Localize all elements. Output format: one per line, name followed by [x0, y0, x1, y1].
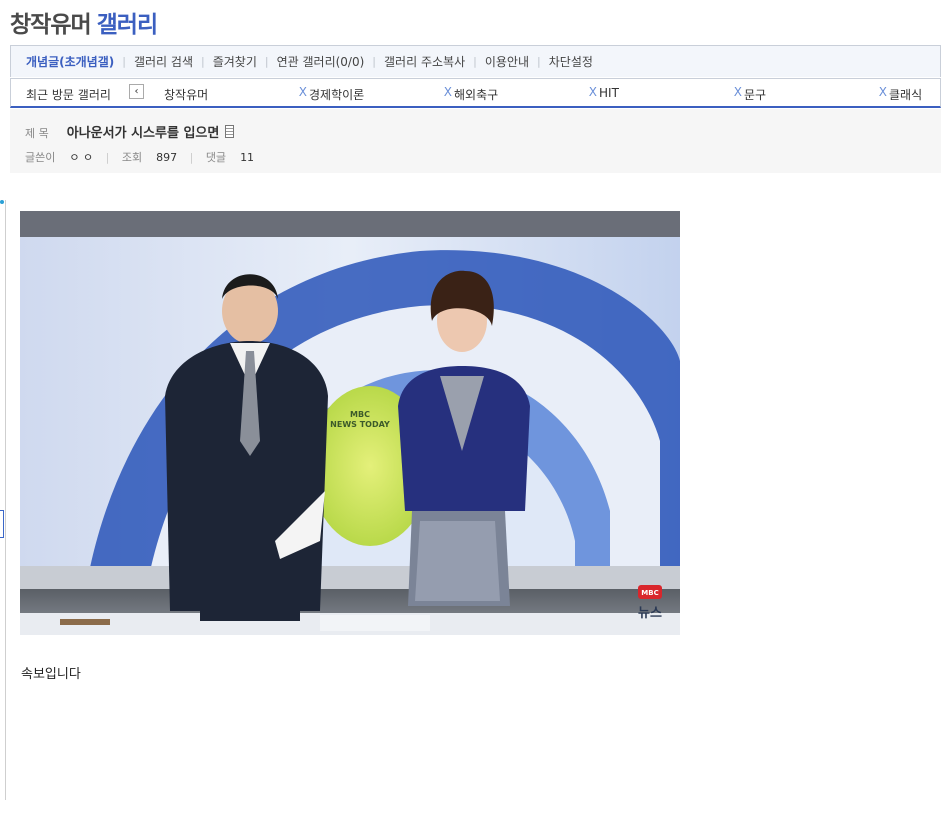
corner-logo-text-1: MBC: [641, 589, 658, 597]
recent-gallery-item[interactable]: 클래식: [889, 86, 937, 102]
menu-separator: |: [537, 55, 541, 68]
menu-copy-address[interactable]: 갤러리 주소복사: [384, 53, 465, 70]
menu-favorites[interactable]: 즐겨찾기: [213, 53, 257, 70]
recent-gallery-link[interactable]: 클래식: [889, 86, 922, 103]
recent-gallery-item[interactable]: 문구 X: [744, 85, 889, 103]
screen-logo-text-2: NEWS TODAY: [330, 420, 390, 429]
menu-concept-posts[interactable]: 개념글(초개념갤): [26, 53, 114, 70]
recent-galleries-label: 최근 방문 갤러리: [26, 88, 111, 102]
menu-separator: |: [122, 55, 126, 68]
close-icon[interactable]: X: [444, 85, 452, 99]
recent-gallery-item[interactable]: 경제학이론 X: [309, 85, 454, 103]
menu-separator: |: [264, 55, 269, 68]
post-meta-row: 글쓴이 ㅇ ㅇ | 조회 897 | 댓글 11: [25, 149, 254, 165]
recent-galleries-bar: 최근 방문 갤러리 ‹ 창작유머 X 경제학이론 X 해외축구 X HIT X …: [10, 78, 941, 108]
menu-related-galleries[interactable]: 연관 갤러리(0/0): [277, 53, 365, 70]
post-subject-row: 제 목 아나운서가 시스루를 입으면: [25, 122, 235, 141]
screen-logo-text-1: MBC: [350, 410, 370, 419]
rail-indicator: [0, 200, 4, 204]
recent-gallery-link[interactable]: 해외축구: [454, 86, 498, 103]
recent-gallery-item[interactable]: HIT X: [599, 85, 744, 102]
post-header: 제 목 아나운서가 시스루를 입으면 글쓴이 ㅇ ㅇ | 조회 897 | 댓글 11: [10, 109, 941, 173]
comment-count: 11: [240, 151, 255, 164]
close-icon[interactable]: X: [734, 85, 742, 99]
close-icon[interactable]: X: [299, 85, 307, 99]
recent-gallery-link[interactable]: 경제학이론: [309, 86, 364, 103]
gallery-name[interactable]: 창작유머: [10, 12, 92, 38]
gallery-menu-bar: 개념글(초개념갤) | 갤러리 검색 | 즐겨찾기 | 연관 갤러리(0/0) …: [10, 45, 941, 77]
views-label: 조회: [121, 151, 143, 164]
close-icon[interactable]: X: [879, 85, 887, 99]
subject-label: 제 목: [25, 127, 49, 140]
menu-separator: |: [372, 55, 377, 68]
view-count: 897: [156, 151, 178, 164]
gallery-title[interactable]: 창작유머 갤러리: [10, 5, 158, 39]
recent-gallery-item[interactable]: 창작유머 X: [164, 85, 309, 103]
post-author[interactable]: ㅇ ㅇ: [69, 151, 93, 164]
menu-separator: |: [200, 55, 205, 68]
post-body-text: 속보입니다: [21, 667, 81, 682]
document-icon: [225, 125, 235, 138]
left-side-rail: [0, 200, 6, 800]
prev-arrow-icon[interactable]: ‹: [129, 84, 144, 99]
recent-gallery-link[interactable]: HIT: [599, 86, 619, 100]
recent-gallery-link[interactable]: 창작유머: [164, 86, 208, 103]
author-label: 글쓴이: [25, 151, 56, 164]
recent-gallery-item[interactable]: 해외축구 X: [454, 85, 599, 103]
close-icon[interactable]: X: [589, 85, 597, 99]
comments-label: 댓글: [205, 151, 227, 164]
post-subject: 아나운서가 시스루를 입으면: [66, 126, 220, 141]
post-image[interactable]: MBC NEWS TODAY MBC 뉴스: [20, 211, 680, 635]
menu-separator: |: [473, 55, 477, 68]
menu-gallery-search[interactable]: 갤러리 검색: [134, 53, 193, 70]
menu-usage-guide[interactable]: 이용안내: [485, 53, 529, 70]
menu-block-settings[interactable]: 차단설정: [549, 53, 593, 70]
meta-separator: |: [105, 151, 110, 164]
gallery-suffix: 갤러리: [96, 12, 158, 38]
rail-tab[interactable]: [0, 510, 4, 538]
recent-gallery-link[interactable]: 문구: [744, 86, 766, 103]
corner-logo-text-2: 뉴스: [638, 606, 662, 621]
meta-separator: |: [189, 151, 194, 164]
